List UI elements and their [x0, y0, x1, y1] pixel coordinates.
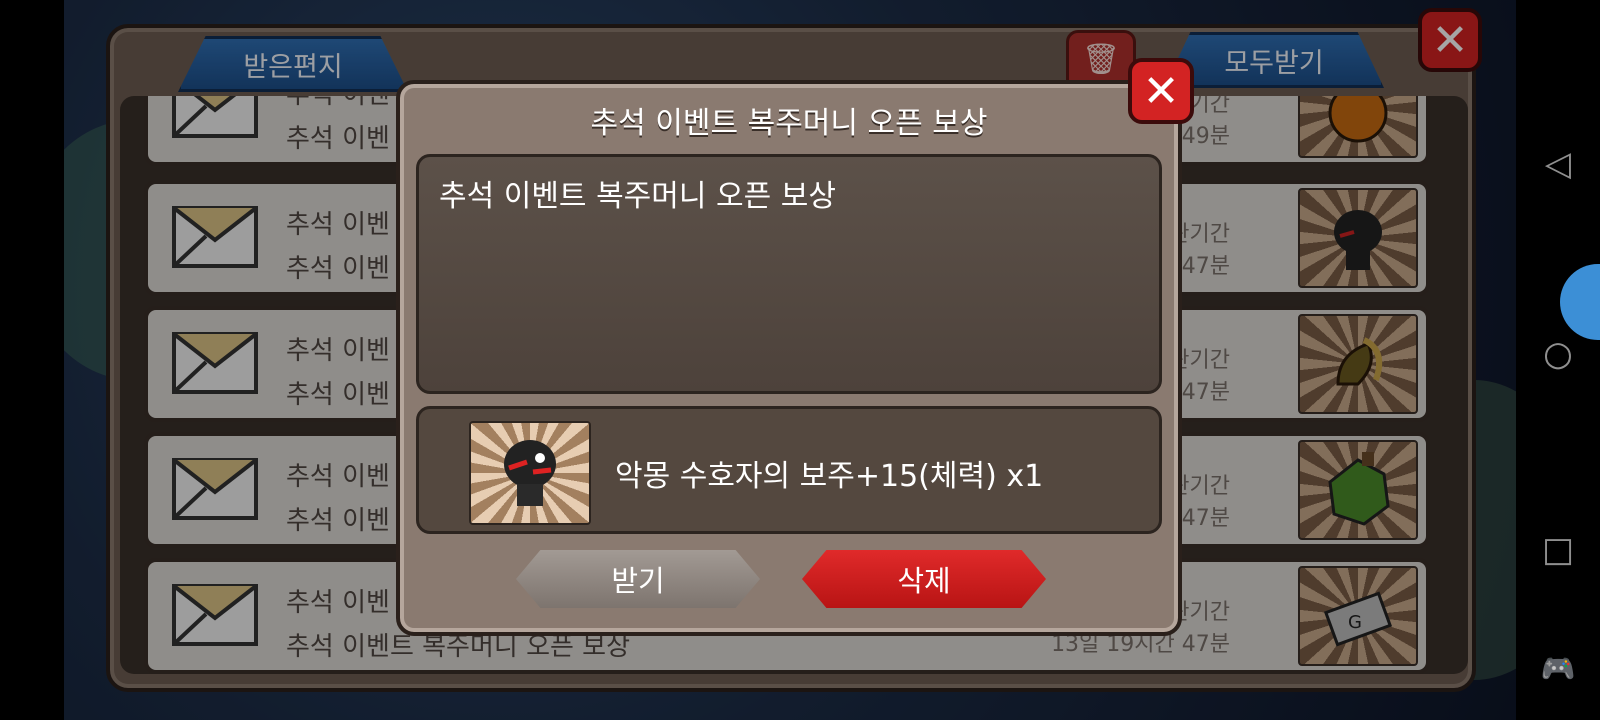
gamepad-icon[interactable]: 🎮: [1516, 652, 1600, 685]
reward-dialog: 추석 이벤트 복주머니 오픈 보상 추석 이벤트 복주머니 오픈 보상 악몽 수…: [396, 80, 1182, 636]
recents-icon[interactable]: □: [1516, 530, 1600, 570]
back-icon[interactable]: ◁: [1516, 144, 1600, 184]
message-body: 추석 이벤트 복주머니 오픈 보상: [439, 179, 836, 214]
receive-button[interactable]: 받기: [516, 550, 760, 608]
reward-panel: 악몽 수호자의 보주+15(체력) x1: [416, 406, 1162, 534]
dialog-title: 추석 이벤트 복주머니 오픈 보상: [590, 106, 988, 141]
delete-button[interactable]: 삭제: [802, 550, 1046, 608]
close-icon[interactable]: ✕: [1128, 58, 1194, 124]
message-panel: 추석 이벤트 복주머니 오픈 보상: [416, 154, 1162, 394]
orb-armor-icon: [469, 421, 591, 525]
reward-label: 악몽 수호자의 보주+15(체력) x1: [615, 459, 1044, 494]
android-navigation-bar: ◁ ○ □ 🎮: [1516, 0, 1600, 720]
home-icon[interactable]: ○: [1516, 334, 1600, 374]
